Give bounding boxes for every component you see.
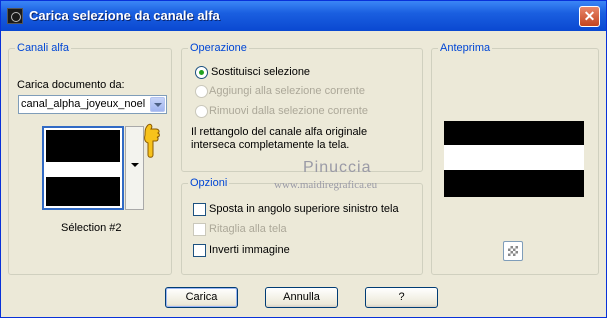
checkbox-sposta[interactable] [193,203,206,216]
dialog-window: Carica selezione da canale alfa ✕ Canali… [0,0,607,318]
group-label: Operazione [188,41,249,55]
radio-sostituisci[interactable] [195,66,208,79]
title-bar[interactable]: Carica selezione da canale alfa ✕ [1,1,606,31]
radio-rimuovi-label: Rimuovi dalla selezione corrente [209,105,368,117]
close-icon[interactable]: ✕ [579,6,600,27]
radio-aggiungi-label: Aggiungi alla selezione corrente [209,85,365,97]
pointing-hand-icon [144,123,160,158]
preview-image [444,121,584,197]
checkbox-ritaglia-label: Ritaglia alla tela [209,223,287,235]
checkbox-sposta-label: Sposta in angolo superiore sinistro tela [209,203,399,215]
checkbox-inverti-label: Inverti immagine [209,244,290,256]
radio-aggiungi[interactable] [195,85,208,98]
doc-label: Carica documento da: [17,79,125,91]
selection-name: Sélection #2 [61,222,122,234]
info-text-line2: interseca completamente la tela. [191,139,350,151]
checkerboard-icon[interactable] [503,241,523,261]
radio-rimuovi[interactable] [195,105,208,118]
checkbox-inverti[interactable] [193,244,206,257]
group-label: Canali alfa [15,41,71,55]
watermark-name: Pinuccia [303,159,372,176]
window-title: Carica selezione da canale alfa [29,8,220,23]
app-icon [7,8,23,24]
info-text-line1: Il rettangolo del canale alfa originale [191,126,368,138]
help-button[interactable]: ? [365,287,438,308]
annulla-button[interactable]: Annulla [265,287,338,308]
group-label: Anteprima [438,41,493,55]
chevron-down-icon[interactable] [150,97,165,112]
carica-button[interactable]: Carica [165,287,238,308]
radio-sostituisci-label: Sostituisci selezione [211,66,311,78]
selection-thumbnail[interactable] [42,126,124,210]
document-select[interactable]: canal_alpha_joyeux_noel [18,95,167,114]
document-select-value: canal_alpha_joyeux_noel [21,98,146,110]
watermark-site: www.maidiregrafica.eu [274,179,378,191]
selection-thumbnail-image [46,130,120,206]
group-label: Opzioni [188,176,230,190]
checkbox-ritaglia[interactable] [193,223,206,236]
